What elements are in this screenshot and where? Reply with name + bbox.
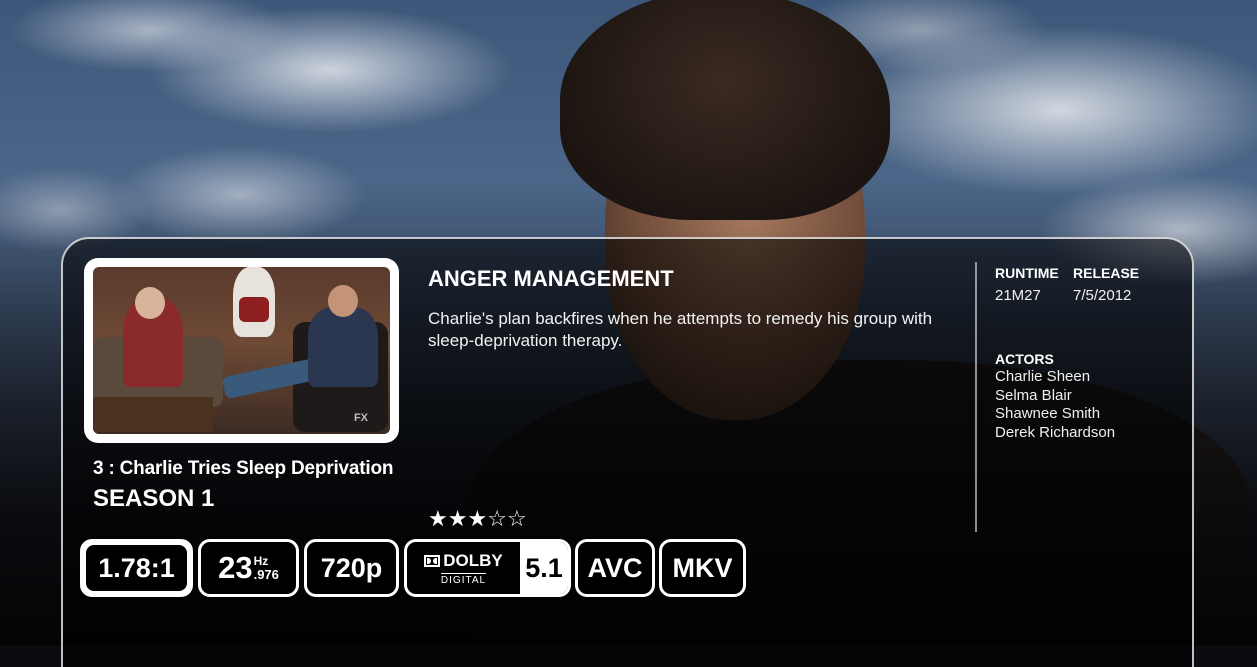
dolby-digital-logo: DOLBY DIGITAL xyxy=(407,542,520,594)
star-full-icon: ★ xyxy=(467,506,488,531)
star-full-icon: ★ xyxy=(428,506,448,531)
episode-plot: Charlie's plan backfires when he attempt… xyxy=(428,309,933,350)
audio-sub: DIGITAL xyxy=(440,572,487,586)
audio-codec-flag: DOLBY DIGITAL 5.1 xyxy=(404,539,571,597)
actor-item: Shawnee Smith xyxy=(995,405,1101,422)
audio-brand: DOLBY xyxy=(443,550,503,570)
star-full-icon: ★ xyxy=(447,506,468,531)
video-codec-value: AVC xyxy=(587,552,643,583)
resolution-flag: 720p xyxy=(304,539,399,597)
episode-thumbnail[interactable]: FX xyxy=(84,258,399,443)
scene-mascot xyxy=(233,267,275,337)
actor-item: Derek Richardson xyxy=(995,423,1116,441)
star-empty-icon: ☆ xyxy=(487,506,507,531)
video-codec-flag: AVC xyxy=(575,539,655,597)
resolution-value: 720p xyxy=(320,552,383,583)
runtime-value: 21M27 xyxy=(995,287,1041,304)
thumbnail-scene-image: FX xyxy=(93,267,390,434)
scene-table xyxy=(93,397,213,432)
actor-item: Selma Blair xyxy=(995,386,1072,404)
dolby-double-d-icon xyxy=(424,554,441,567)
release-value: 7/5/2012 xyxy=(1073,287,1132,304)
runtime-label: RUNTIME xyxy=(995,265,1059,281)
meta-divider xyxy=(975,262,977,532)
network-watermark: FX xyxy=(353,412,368,424)
aspect-ratio-value: 1.78:1 xyxy=(98,552,175,583)
framerate-dec: .976 xyxy=(253,567,279,582)
audio-channels: 5.1 xyxy=(520,542,568,594)
scene-head-right xyxy=(328,285,358,317)
container-value: MKV xyxy=(672,552,733,583)
framerate-flag: 23 Hz .976 xyxy=(198,539,299,597)
framerate-int: 23 xyxy=(218,550,253,585)
star-empty-icon: ☆ xyxy=(506,506,527,531)
show-title: ANGER MANAGEMENT xyxy=(428,266,674,291)
scene-head-left xyxy=(135,287,165,319)
release-label: RELEASE xyxy=(1073,265,1140,281)
season-label: SEASON 1 xyxy=(93,485,215,512)
actors-list: Charlie Sheen Selma Blair Shawnee Smith … xyxy=(995,368,1115,442)
actors-label: ACTORS xyxy=(995,351,1054,367)
star-rating: ★★★☆☆ xyxy=(428,506,527,532)
container-flag: MKV xyxy=(659,539,746,597)
episode-title: 3 : Charlie Tries Sleep Deprivation xyxy=(93,458,394,479)
aspect-ratio-flag: 1.78:1 xyxy=(80,539,193,597)
scene-person-right xyxy=(308,307,378,387)
actor-item: Charlie Sheen xyxy=(995,368,1091,385)
